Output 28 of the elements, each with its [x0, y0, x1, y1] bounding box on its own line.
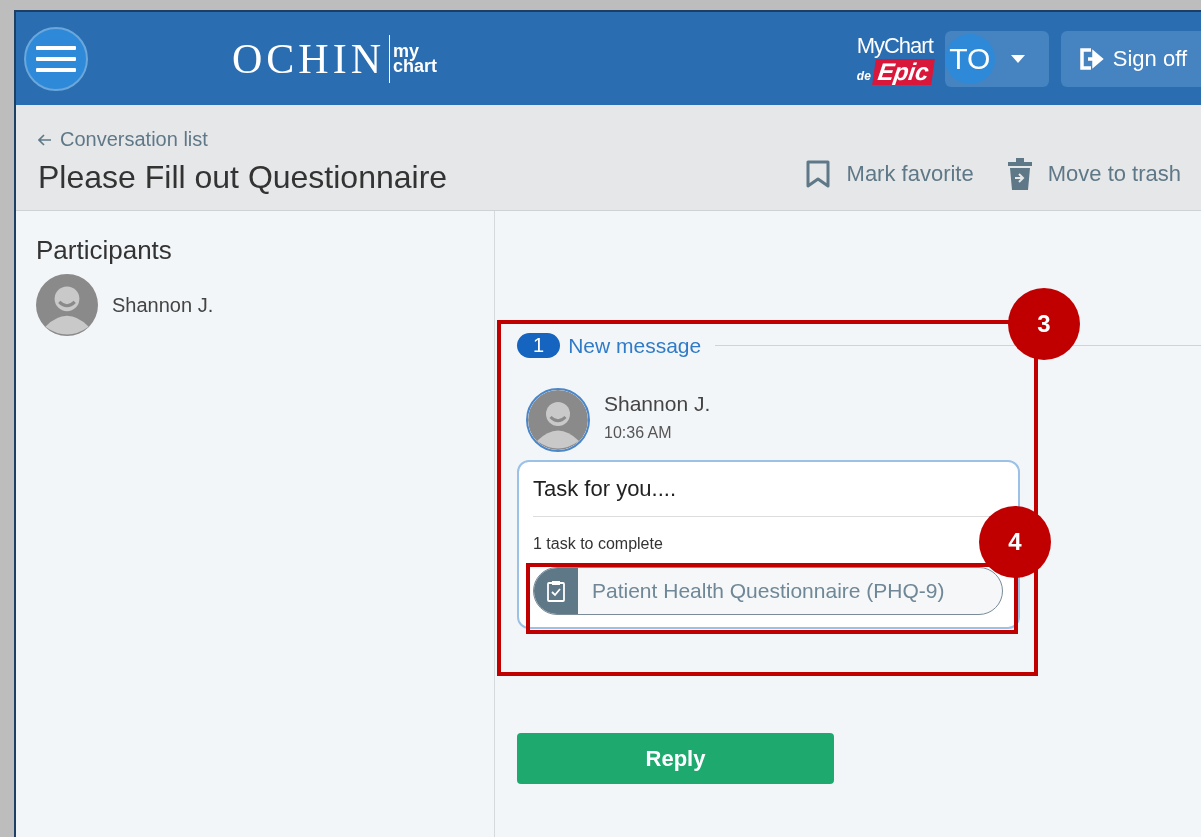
new-message-label: New message — [568, 333, 702, 358]
reply-button[interactable]: Reply — [517, 733, 834, 784]
menu-icon — [36, 43, 76, 74]
arrow-left-icon — [38, 133, 52, 146]
user-avatar: TO — [944, 33, 995, 84]
sender-name: Shannon J. — [604, 392, 711, 416]
person-avatar-icon — [36, 274, 98, 336]
caret-icon — [1010, 54, 1025, 63]
sender-avatar-icon — [526, 388, 590, 452]
bookmark-icon — [804, 160, 831, 188]
sign-off-button[interactable]: Sign off — [1060, 30, 1201, 87]
clipboard-check-icon — [547, 580, 565, 602]
account-button[interactable]: TO — [944, 30, 1049, 87]
participant-name: Shannon J. — [112, 293, 214, 317]
new-count-badge: 1 — [517, 333, 561, 358]
move-to-trash-button[interactable]: Move to trash — [1007, 158, 1181, 190]
back-link[interactable]: Conversation list — [38, 128, 448, 151]
questionnaire-task-button[interactable]: Patient Health Questionnaire (PHQ-9) — [533, 567, 1003, 615]
trash-icon — [1007, 158, 1032, 190]
mark-favorite-button[interactable]: Mark favorite — [804, 158, 974, 190]
message-time: 10:36 AM — [604, 424, 673, 442]
page-title: Please Fill out Questionnaire — [38, 159, 448, 196]
task-count: 1 task to complete — [533, 535, 664, 553]
logo-text: OCHIN — [232, 34, 390, 83]
mychart-logo: MyChart de Epic — [856, 32, 933, 85]
logo-product: my chart — [392, 43, 437, 74]
participants-heading: Participants — [36, 235, 173, 266]
exit-icon — [1078, 46, 1105, 71]
